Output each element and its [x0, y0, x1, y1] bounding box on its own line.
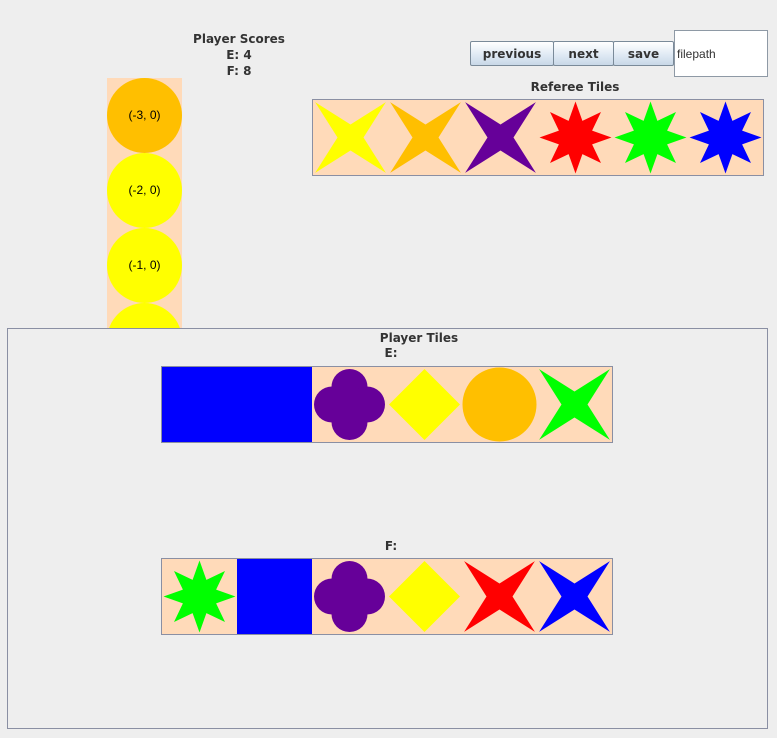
star-4-tile-icon [537, 559, 612, 634]
square-tile-icon [237, 559, 312, 634]
star-4-tile-icon [313, 100, 388, 175]
player-scores: Player Scores E: 4 F: 8 [180, 31, 298, 79]
square-tile-icon [237, 367, 312, 442]
star-4-tile-icon [537, 367, 612, 442]
filepath-input[interactable] [674, 30, 768, 77]
player-f-tiles [161, 558, 613, 635]
player-scores-heading: Player Scores [193, 32, 285, 46]
cell-coordinate [107, 303, 182, 328]
board-cell: (-2, 0) [107, 153, 182, 228]
star-8-tile-icon [162, 559, 237, 634]
circle-tile-icon [462, 367, 537, 442]
star-4-tile-icon [462, 559, 537, 634]
star-8-tile-icon [613, 100, 688, 175]
next-button[interactable]: next [553, 41, 614, 66]
clover-tile-icon [312, 367, 387, 442]
star-4-tile-icon [463, 100, 538, 175]
square-tile-icon [162, 367, 237, 442]
board-cell [107, 303, 182, 328]
board-cell: (-3, 0) [107, 78, 182, 153]
player-e-label: E: [384, 346, 398, 360]
player-f-label: F: [384, 539, 398, 553]
player-tiles-heading: Player Tiles [379, 331, 459, 345]
star-8-tile-icon [688, 100, 763, 175]
diamond-tile-icon [387, 367, 462, 442]
score-entry-f: F: 8 [226, 64, 252, 78]
game-board: (-3, 0) (-2, 0) (-1, 0) [107, 78, 182, 328]
previous-button[interactable]: previous [470, 41, 554, 66]
cell-coordinate: (-1, 0) [128, 258, 161, 272]
referee-tiles [312, 99, 764, 176]
player-e-tiles [161, 366, 613, 443]
star-4-tile-icon [388, 100, 463, 175]
save-button[interactable]: save [613, 41, 674, 66]
cell-coordinate: (-2, 0) [128, 183, 161, 197]
referee-tiles-heading: Referee Tiles [530, 80, 620, 94]
score-entry-e: E: 4 [226, 48, 252, 62]
cell-coordinate: (-3, 0) [128, 108, 161, 122]
board-cell: (-1, 0) [107, 228, 182, 303]
star-8-tile-icon [538, 100, 613, 175]
clover-tile-icon [312, 559, 387, 634]
diamond-tile-icon [387, 559, 462, 634]
